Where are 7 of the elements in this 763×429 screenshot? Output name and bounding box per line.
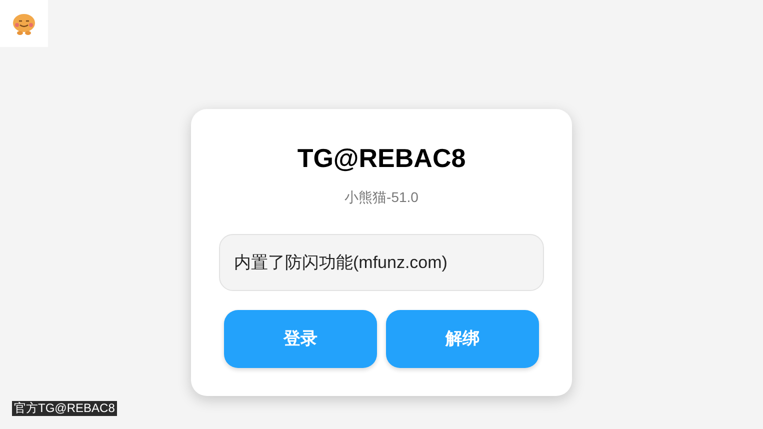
input-field[interactable]: 内置了防闪功能(mfunz.com) <box>219 234 544 291</box>
footer-label: 官方TG@REBAC8 <box>12 401 117 416</box>
card-title: TG@REBAC8 <box>297 142 466 175</box>
action-button[interactable]: 登录 <box>224 310 377 368</box>
smiley-icon <box>11 12 37 36</box>
action-button[interactable]: 解绑 <box>386 310 539 368</box>
card-subtitle: 小熊猫-51.0 <box>344 188 418 207</box>
